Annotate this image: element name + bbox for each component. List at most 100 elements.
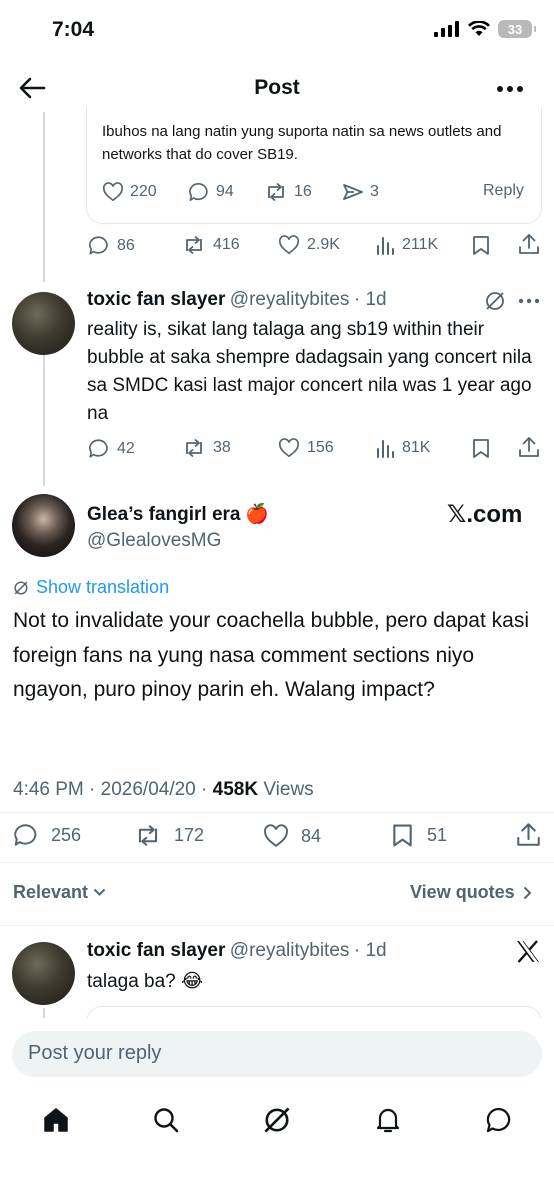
main-reply-button[interactable]: 256 xyxy=(13,823,81,847)
more-icon xyxy=(518,298,540,304)
quoted-reply-button[interactable]: 94 xyxy=(188,182,234,202)
quoted-like-count: 220 xyxy=(130,183,157,200)
x-logo xyxy=(516,940,540,963)
more-button[interactable] xyxy=(518,298,540,304)
views-icon xyxy=(377,440,394,458)
reply-input[interactable]: Post your reply xyxy=(12,1031,542,1077)
tab-search[interactable] xyxy=(146,1100,186,1140)
main-bookmark-button[interactable]: 51 xyxy=(392,823,447,848)
author-handle[interactable]: @GlealovesMG xyxy=(87,530,221,552)
avatar[interactable] xyxy=(12,942,75,1005)
tab-messages[interactable] xyxy=(479,1100,519,1140)
reply-views-count: 81K xyxy=(402,439,431,456)
author-handle[interactable]: @reyalitybites xyxy=(230,289,350,310)
main-repost-count: 172 xyxy=(174,825,205,845)
parent-views-button[interactable]: 211K xyxy=(375,235,438,255)
grok-icon xyxy=(14,580,28,595)
repost-icon xyxy=(138,824,158,847)
parent-like-count: 2.9K xyxy=(307,236,340,253)
reply-icon xyxy=(14,824,37,846)
views-icon xyxy=(377,237,394,255)
main-reply-count: 256 xyxy=(51,824,82,845)
apple-emoji: 🍎 xyxy=(244,504,269,525)
more-button[interactable] xyxy=(496,84,524,94)
quoted-reply-link[interactable]: Reply xyxy=(483,182,524,200)
quoted-repost-count: 16 xyxy=(294,183,312,200)
reply-views-button[interactable]: 81K xyxy=(375,438,430,458)
quoted-post-text: Ibuhos na lang natin yung suporta natin … xyxy=(102,123,502,163)
reply-post-header: toxic fan slayer @reyalitybites · 1d xyxy=(87,289,387,311)
repost-icon xyxy=(268,182,284,202)
reply-bookmark-button[interactable] xyxy=(472,438,490,459)
grok-icon xyxy=(486,292,504,310)
parent-bookmark-button[interactable] xyxy=(472,235,490,256)
author-name[interactable]: toxic fan slayer xyxy=(87,289,225,310)
quoted-like-button[interactable]: 220 xyxy=(102,182,157,202)
quoted-repost-button[interactable]: 16 xyxy=(264,182,312,202)
more-icon xyxy=(497,86,523,92)
heart-icon xyxy=(102,182,124,202)
view-quotes-link[interactable]: View quotes xyxy=(410,882,532,903)
author-name[interactable]: toxic fan slayer xyxy=(87,940,225,961)
parent-like-button[interactable]: 2.9K xyxy=(278,235,340,255)
show-translation-link[interactable]: Show translation xyxy=(13,577,169,598)
divider xyxy=(0,925,554,926)
reply-share-button[interactable] xyxy=(518,436,540,458)
main-post-author[interactable]: Glea’s fangirl era 🍎 xyxy=(87,502,269,526)
tab-notifications[interactable] xyxy=(368,1100,408,1140)
grok-button[interactable] xyxy=(484,290,506,312)
main-share-button[interactable] xyxy=(516,822,541,847)
parent-share-button[interactable] xyxy=(518,233,540,255)
repost-icon xyxy=(186,235,202,255)
reply-icon xyxy=(189,182,208,201)
quoted-share-button[interactable]: 3 xyxy=(342,182,379,202)
share-icon xyxy=(343,184,363,200)
tab-grok[interactable] xyxy=(257,1100,297,1140)
reply-repost-button[interactable]: 38 xyxy=(182,438,231,458)
chevron-down-icon xyxy=(93,888,106,896)
share-icon xyxy=(519,437,539,457)
bookmark-icon xyxy=(393,824,412,847)
main-like-button[interactable]: 84 xyxy=(263,824,321,848)
main-like-count: 84 xyxy=(301,825,322,846)
view-quotes-label: View quotes xyxy=(410,882,515,902)
author-handle[interactable]: @reyalitybites xyxy=(230,940,350,961)
main-repost-button[interactable]: 172 xyxy=(134,824,204,847)
reply-icon xyxy=(89,439,108,458)
status-icons: 33 xyxy=(434,20,536,38)
wifi-icon xyxy=(468,21,490,36)
parent-repost-count: 416 xyxy=(213,236,240,253)
views-count: 458K xyxy=(212,779,259,800)
post-time: · 1d xyxy=(353,940,387,961)
page-title: Post xyxy=(254,76,300,99)
parent-views-count: 211K xyxy=(402,236,439,253)
heart-icon xyxy=(278,438,300,458)
chevron-right-icon xyxy=(523,886,532,899)
sort-dropdown[interactable]: Relevant xyxy=(13,882,106,903)
parent-repost-button[interactable]: 416 xyxy=(182,235,240,255)
parent-reply-button[interactable]: 86 xyxy=(88,235,135,256)
author-name: Glea’s fangirl era xyxy=(87,504,241,525)
reply-reply-button[interactable]: 42 xyxy=(88,438,135,459)
messages-icon xyxy=(486,1107,511,1133)
avatar[interactable] xyxy=(12,292,75,355)
post-timestamp[interactable]: 4:46 PM · 2026/04/20 · xyxy=(13,779,213,800)
repost-icon xyxy=(186,438,202,458)
divider xyxy=(0,812,554,813)
bottom-reply-header: toxic fan slayer @reyalitybites · 1d xyxy=(87,940,387,962)
heart-icon xyxy=(278,235,300,255)
reply-like-count: 156 xyxy=(307,439,334,456)
signal-icon xyxy=(434,21,459,37)
x-watermark: 𝕏.com xyxy=(447,501,523,528)
reply-like-button[interactable]: 156 xyxy=(278,438,334,458)
home-icon xyxy=(44,1108,68,1132)
show-translation-label: Show translation xyxy=(36,577,170,597)
bell-icon xyxy=(376,1108,400,1133)
avatar[interactable] xyxy=(12,494,75,557)
share-icon xyxy=(517,823,540,846)
x-logo-icon xyxy=(517,940,539,963)
reply-repost-count: 38 xyxy=(213,439,231,456)
tab-home[interactable] xyxy=(36,1100,76,1140)
search-icon xyxy=(154,1108,179,1133)
main-post-text: Not to invalidate your coachella bubble,… xyxy=(13,609,529,701)
